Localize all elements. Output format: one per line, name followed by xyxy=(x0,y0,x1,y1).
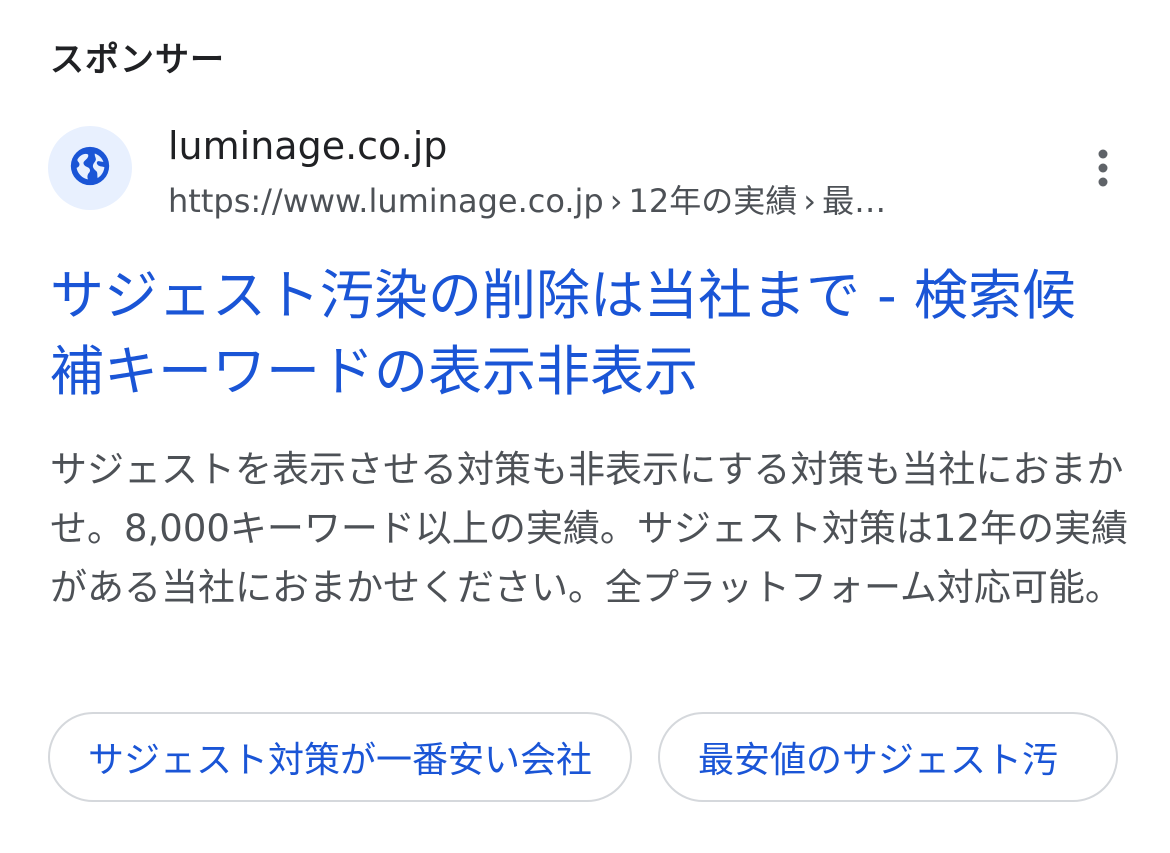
more-options-button[interactable] xyxy=(1078,140,1128,200)
sitelink-chip-lowest-price[interactable]: 最安値のサジェスト汚 xyxy=(658,712,1119,802)
url-breadcrumb-1: 12年の実績 xyxy=(628,182,798,220)
url-base: https://www.luminage.co.jp xyxy=(168,182,604,220)
ad-description: サジェストを表示させる対策も非表示にする対策も当社におまかせ。8,000キーワー… xyxy=(50,448,1129,609)
globe-icon xyxy=(67,143,113,193)
advertiser-site-name[interactable]: luminage.co.jp xyxy=(168,124,447,168)
sponsored-ad-result: スポンサー luminage.co.jp https://www.luminag… xyxy=(0,0,1170,853)
sponsored-label: スポンサー xyxy=(50,40,225,80)
breadcrumb-separator: › xyxy=(803,182,817,220)
more-vert-icon xyxy=(1096,148,1110,192)
advertiser-display-url[interactable]: https://www.luminage.co.jp › 12年の実績 › 最… xyxy=(168,176,1048,222)
sitelink-chip-cheapest-company[interactable]: サジェスト対策が一番安い会社 xyxy=(48,712,633,802)
ad-headline-link[interactable]: サジェスト汚染の削除は当社まで - 検索候補キーワードの表示非表示 xyxy=(50,258,1110,410)
url-breadcrumb-2: 最… xyxy=(822,182,887,220)
sitelink-chips: サジェスト対策が一番安い会社 最安値のサジェスト汚 xyxy=(48,712,1119,802)
site-favicon[interactable] xyxy=(48,126,132,210)
breadcrumb-separator: › xyxy=(609,182,623,220)
